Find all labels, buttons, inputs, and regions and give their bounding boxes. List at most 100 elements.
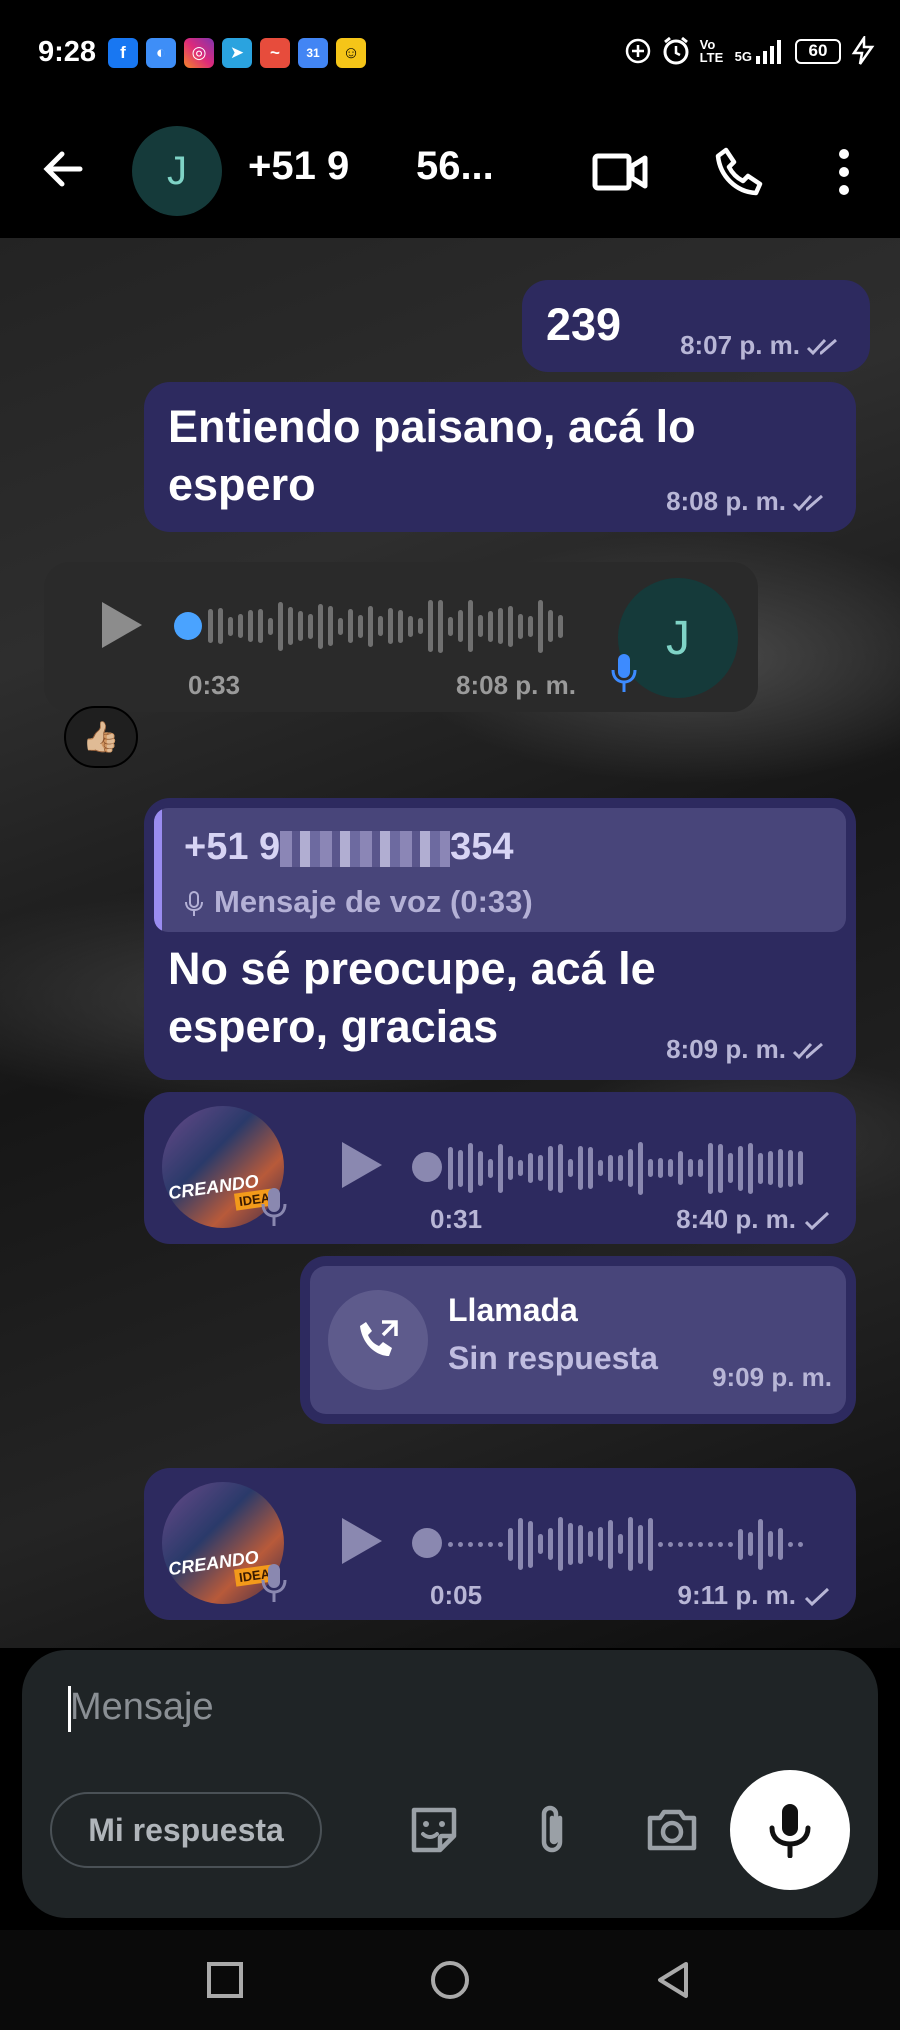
sticker-icon[interactable] — [406, 1802, 462, 1858]
video-call-icon[interactable] — [592, 144, 648, 200]
waveform-bar — [648, 1517, 653, 1571]
waveform-bar — [208, 609, 213, 643]
playback-dot[interactable] — [174, 612, 202, 640]
waveform-bar — [508, 605, 513, 647]
waveform-bar — [618, 1155, 623, 1181]
quoted-text: Mensaje de voz (0:33) — [184, 884, 533, 920]
outgoing-message[interactable]: 239 8:07 p. m. — [522, 280, 870, 372]
waveform-bar — [778, 1148, 783, 1188]
waveform-bar — [468, 600, 473, 652]
waveform-bar — [448, 1146, 453, 1190]
recents-icon[interactable] — [205, 1960, 245, 2000]
waveform-bar — [488, 610, 493, 642]
play-icon[interactable] — [336, 1138, 386, 1192]
contact-name[interactable]: +51 9 56... — [248, 144, 494, 189]
outgoing-voice-message[interactable]: CREANDO IDEA 0:31 8:40 p. m. — [144, 1092, 856, 1244]
double-check-icon — [792, 494, 823, 512]
message-list[interactable]: 239 8:07 p. m. Entiendo paisano, acá lo … — [0, 238, 900, 1648]
waveform-bar — [748, 1142, 753, 1194]
messenger-icon: ◐ — [146, 38, 176, 68]
waveform-bar — [398, 609, 403, 643]
voice-call-icon[interactable] — [712, 144, 768, 200]
waveform-bar — [278, 601, 283, 651]
waveform-bar — [798, 1151, 803, 1185]
message-meta: 8:40 p. m. — [676, 1204, 832, 1235]
waveform-bar — [628, 1517, 633, 1571]
waveform-bar — [428, 600, 433, 652]
audio-waveform — [208, 598, 563, 654]
message-input[interactable]: Mensaje — [70, 1686, 214, 1729]
mic-icon — [261, 1188, 287, 1226]
play-icon[interactable] — [96, 598, 146, 652]
playback-dot[interactable] — [412, 1152, 442, 1182]
waveform-bar — [308, 613, 313, 639]
message-composer: Mensaje Mi respuesta — [22, 1650, 878, 1918]
waveform-bar — [458, 610, 463, 642]
message-text: 239 — [546, 299, 622, 350]
waveform-bar — [568, 1159, 573, 1177]
call-message[interactable]: Llamada Sin respuesta 9:09 p. m. — [300, 1256, 856, 1424]
reaction-badge[interactable]: 👍🏼 — [64, 706, 138, 768]
waveform-bar — [378, 616, 383, 636]
waveform-bar — [328, 606, 333, 646]
waveform-bar — [718, 1143, 723, 1193]
waveform-bar — [548, 1528, 553, 1560]
chat-header: J +51 9 56... — [0, 110, 900, 238]
alarm-icon — [663, 36, 689, 65]
waveform-bar — [528, 1520, 533, 1568]
waveform-bar — [518, 1160, 523, 1176]
waveform-bar — [238, 614, 243, 638]
waveform-bar — [228, 616, 233, 636]
instagram-icon: ◎ — [184, 38, 214, 68]
waveform-bar — [648, 1159, 653, 1177]
telegram-icon: ➤ — [222, 38, 252, 68]
back-arrow-icon[interactable] — [36, 142, 90, 196]
playback-dot[interactable] — [412, 1528, 442, 1558]
camera-icon[interactable] — [644, 1802, 700, 1858]
back-nav-icon[interactable] — [654, 1960, 694, 2000]
outgoing-voice-message[interactable]: CREANDO IDEA 0:05 9:11 p. m. — [144, 1468, 856, 1620]
waveform-bar — [538, 599, 543, 653]
mic-icon — [611, 654, 637, 692]
incoming-voice-message[interactable]: 0:33 8:08 p. m. J — [44, 562, 758, 712]
play-icon[interactable] — [336, 1514, 386, 1568]
status-time: 9:28 — [38, 36, 97, 68]
waveform-bar — [708, 1541, 713, 1547]
more-options-icon[interactable] — [824, 144, 864, 200]
waveform-bar — [468, 1541, 473, 1547]
waveform-bar — [348, 609, 353, 643]
notification-icons: f ◐ ◎ ➤ ~ 31 ☺ — [108, 38, 366, 68]
attach-icon[interactable] — [524, 1802, 580, 1858]
waveform-bar — [298, 611, 303, 641]
call-icon-circle — [328, 1290, 428, 1390]
audio-waveform — [448, 1516, 803, 1572]
charging-icon — [851, 36, 875, 65]
mic-icon — [769, 1804, 811, 1858]
quick-reply-chip[interactable]: Mi respuesta — [50, 1792, 322, 1868]
waveform-bar — [468, 1143, 473, 1193]
waveform-bar — [608, 1519, 613, 1569]
voice-duration: 0:33 — [188, 670, 241, 700]
waveform-bar — [578, 1524, 583, 1564]
waveform-bar — [528, 1153, 533, 1183]
waveform-bar — [548, 1145, 553, 1191]
waveform-bar — [548, 610, 553, 642]
quoted-message[interactable]: +51 9 354 Mensaje de voz (0:33) — [154, 808, 846, 932]
outgoing-message[interactable]: Entiendo paisano, acá lo espero 8:08 p. … — [144, 382, 856, 532]
waveform-bar — [488, 1158, 493, 1178]
single-check-icon — [804, 1588, 830, 1607]
waveform-bar — [408, 615, 413, 637]
waveform-bar — [418, 618, 423, 634]
waveform-bar — [498, 1541, 503, 1547]
waveform-bar — [258, 609, 263, 643]
waveform-bar — [448, 1541, 453, 1547]
waveform-bar — [668, 1541, 673, 1547]
quoted-sender: +51 9 354 — [184, 826, 514, 868]
outgoing-reply-message[interactable]: +51 9 354 Mensaje de voz (0:33) No sé pre… — [144, 798, 856, 1080]
waveform-bar — [668, 1159, 673, 1177]
waveform-bar — [598, 1527, 603, 1561]
system-icons: Vo LTE 5G 60 — [624, 36, 876, 66]
record-voice-button[interactable] — [730, 1770, 850, 1890]
contact-avatar[interactable]: J — [132, 126, 222, 216]
home-icon[interactable] — [430, 1960, 470, 2000]
